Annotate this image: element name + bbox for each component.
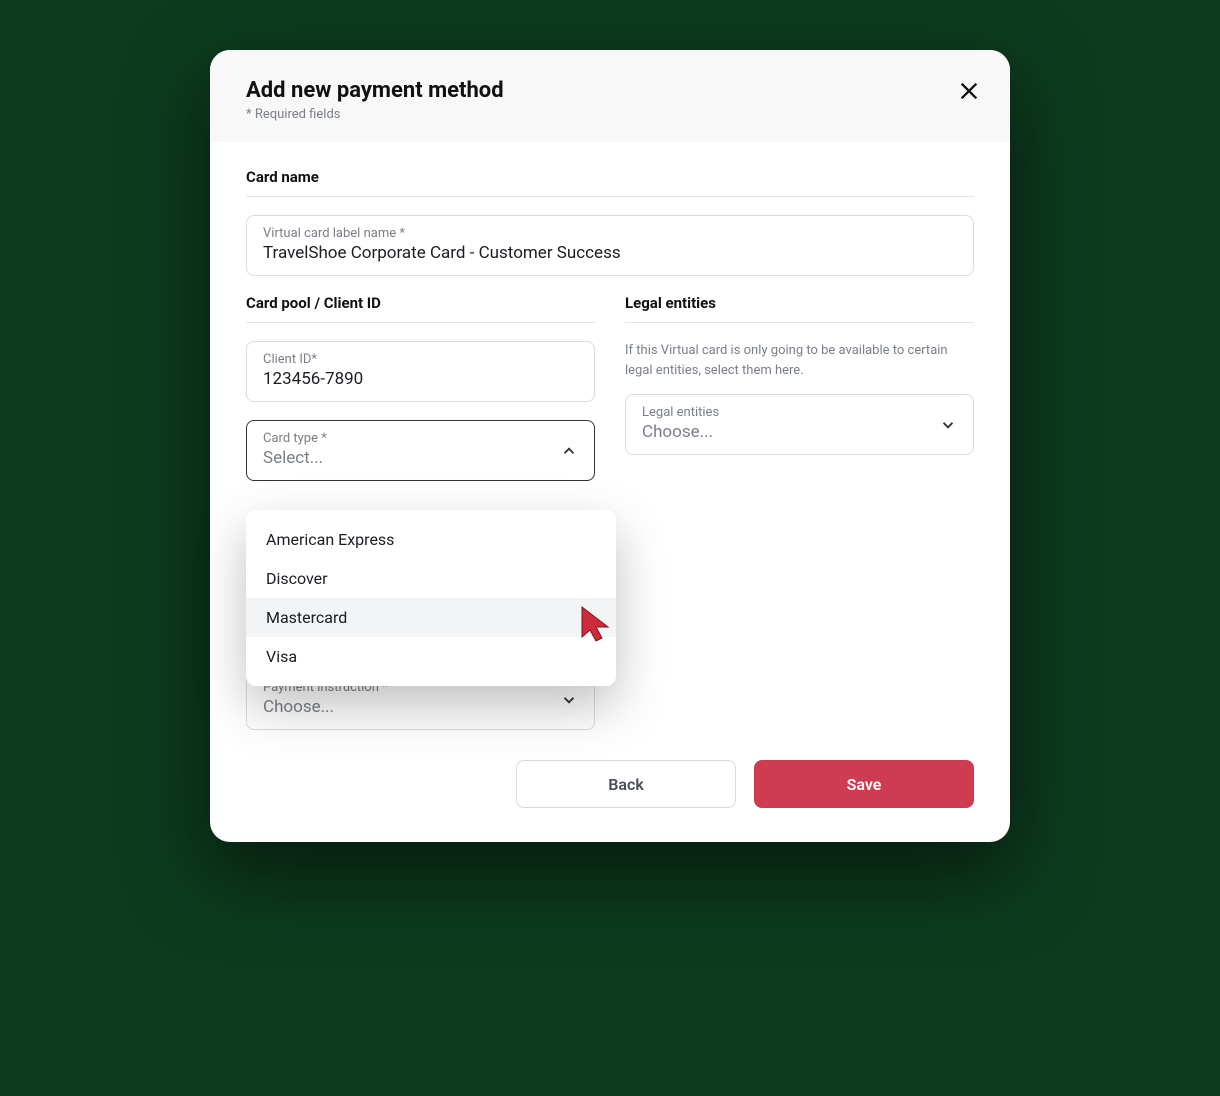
card-type-option-discover[interactable]: Discover <box>246 559 616 598</box>
card-type-dropdown: American Express Discover Mastercard Vis… <box>246 510 616 686</box>
modal-header: Add new payment method * Required fields <box>210 50 1010 142</box>
legal-entities-help: If this Virtual card is only going to be… <box>625 341 974 380</box>
legal-entities-select[interactable]: Legal entities Choose... <box>625 394 974 455</box>
card-type-select[interactable]: Card type * Select... <box>246 420 595 481</box>
payment-method-modal: Add new payment method * Required fields… <box>210 50 1010 842</box>
card-pool-section-title: Card pool / Client ID <box>246 294 595 323</box>
save-button[interactable]: Save <box>754 760 974 808</box>
card-name-section-title: Card name <box>246 168 974 197</box>
card-type-option-visa[interactable]: Visa <box>246 637 616 676</box>
modal-footer: Back Save <box>210 760 1010 842</box>
card-label-caption: Virtual card label name * <box>263 226 957 241</box>
chevron-up-icon <box>560 442 578 460</box>
card-type-option-amex[interactable]: American Express <box>246 520 616 559</box>
legal-entities-select-value: Choose... <box>642 422 957 442</box>
card-label-value: TravelShoe Corporate Card - Customer Suc… <box>263 243 957 263</box>
client-id-value: 123456-7890 <box>263 369 578 389</box>
chevron-down-icon <box>939 416 957 434</box>
legal-entities-section-title: Legal entities <box>625 294 974 323</box>
card-type-option-mastercard[interactable]: Mastercard <box>246 598 616 637</box>
close-icon <box>958 80 980 102</box>
client-id-field[interactable]: Client ID* 123456-7890 <box>246 341 595 402</box>
legal-entities-column: Legal entities If this Virtual card is o… <box>625 294 974 730</box>
payment-instruction-value: Choose... <box>263 697 578 717</box>
required-fields-note: * Required fields <box>246 107 974 122</box>
client-id-label: Client ID* <box>263 352 578 367</box>
back-button[interactable]: Back <box>516 760 736 808</box>
card-type-value: Select... <box>263 448 578 468</box>
legal-entities-select-label: Legal entities <box>642 405 957 420</box>
card-type-label: Card type * <box>263 431 578 446</box>
chevron-down-icon <box>560 691 578 709</box>
modal-title: Add new payment method <box>246 78 974 103</box>
close-button[interactable] <box>954 76 984 106</box>
card-label-field[interactable]: Virtual card label name * TravelShoe Cor… <box>246 215 974 276</box>
